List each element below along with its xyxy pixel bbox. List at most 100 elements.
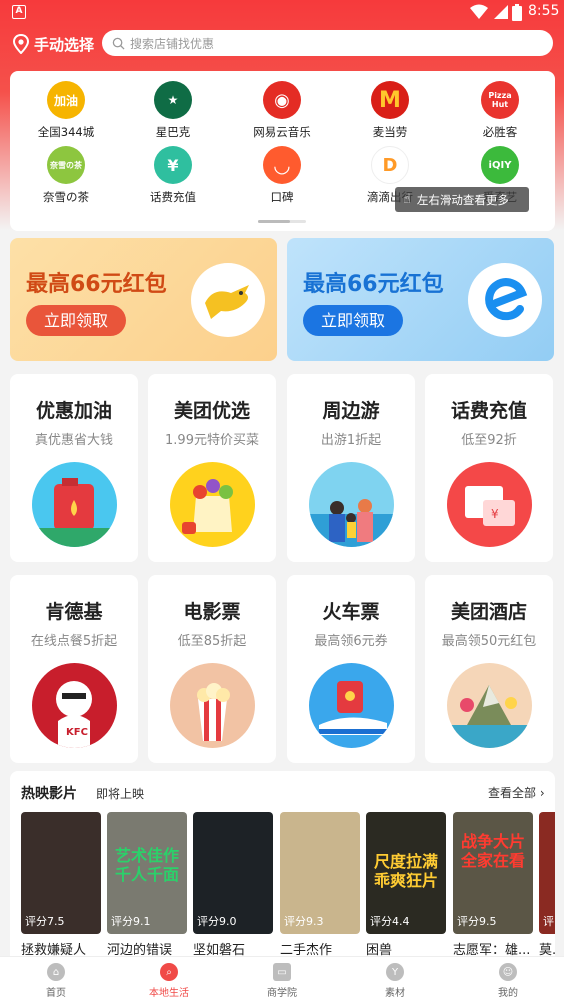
swipe-hand-icon: ☝ bbox=[403, 192, 411, 207]
brand-item-naixue[interactable]: 奈雪の茶 奈雪の茶 bbox=[16, 146, 116, 205]
mcdonalds-logo-icon: M bbox=[371, 81, 409, 119]
tile-title: 美团酒店 bbox=[450, 601, 527, 623]
iqiyi-logo-icon: iQIY bbox=[481, 146, 519, 184]
tile-train-tickets[interactable]: 火车票 最高领6元券 bbox=[287, 575, 415, 763]
gas-logo-icon: 加油 bbox=[47, 81, 85, 119]
tile-kfc[interactable]: 肯德基 在线点餐5折起 KFC bbox=[10, 575, 138, 763]
train-icon bbox=[309, 663, 394, 748]
grocery-bag-icon bbox=[170, 462, 255, 547]
tile-title: 肯德基 bbox=[45, 601, 103, 623]
tile-phone-topup[interactable]: 话费充值 低至92折 ¥ bbox=[425, 374, 553, 562]
nav-home[interactable]: ⌂ 首页 bbox=[16, 963, 96, 999]
now-showing-section: 热映影片 即将上映 查看全部 › 评分7.5 拯救嫌疑人 艺术佳作 千人千面 评… bbox=[10, 771, 555, 961]
red-packet-banner-meituan[interactable]: 最高66元红包 立即领取 bbox=[10, 238, 277, 361]
brand-item-koubei[interactable]: ◡ 口碑 bbox=[232, 146, 332, 205]
travel-family-icon bbox=[309, 462, 394, 547]
now-showing-tab[interactable]: 热映影片 bbox=[21, 783, 77, 803]
tile-subtitle: 最高领50元红包 bbox=[441, 634, 537, 649]
claim-button[interactable]: 立即领取 bbox=[303, 305, 403, 336]
movie-poster[interactable]: 评分7.5 bbox=[21, 812, 101, 934]
profile-icon: ☺ bbox=[499, 963, 517, 981]
naixue-logo-icon: 奈雪の茶 bbox=[47, 146, 85, 184]
movie-rating: 评分9.1 bbox=[111, 915, 151, 928]
tile-meituan-youxuan[interactable]: 美团优选 1.99元特价买菜 bbox=[148, 374, 276, 562]
brand-name: 口碑 bbox=[270, 190, 294, 204]
red-packet-title: 最高66元红包 bbox=[303, 272, 444, 297]
brand-name: 星巴克 bbox=[155, 125, 191, 139]
claim-button[interactable]: 立即领取 bbox=[26, 305, 126, 336]
popcorn-icon bbox=[170, 663, 255, 748]
svg-text:¥: ¥ bbox=[491, 507, 499, 521]
poster-text: 艺术佳作 千人千面 bbox=[114, 846, 179, 884]
tile-subtitle: 低至85折起 bbox=[177, 634, 247, 649]
upcoming-tab[interactable]: 即将上映 bbox=[96, 785, 144, 802]
school-icon: ▭ bbox=[273, 963, 291, 981]
tile-title: 优惠加油 bbox=[35, 400, 112, 422]
nav-label: 首页 bbox=[46, 988, 66, 999]
app-notification-icon: A bbox=[12, 5, 26, 19]
red-packet-banner-eleme[interactable]: 最高66元红包 立即领取 bbox=[287, 238, 554, 361]
tile-subtitle: 真优惠省大钱 bbox=[34, 433, 113, 448]
tile-title: 美团优选 bbox=[173, 400, 250, 422]
tile-title: 电影票 bbox=[183, 601, 241, 623]
eleme-logo-icon bbox=[468, 263, 542, 337]
nav-business-school[interactable]: ▭ 商学院 bbox=[242, 963, 322, 999]
tile-nearby-travel[interactable]: 周边游 出游1折起 bbox=[287, 374, 415, 562]
brand-item-netease-music[interactable]: ◉ 网易云音乐 bbox=[232, 81, 332, 140]
netease-music-logo-icon: ◉ bbox=[263, 81, 301, 119]
movie-poster[interactable]: 尺度拉满 乖爽狂片 评分4.4 bbox=[366, 812, 446, 934]
tile-movie-tickets[interactable]: 电影票 低至85折起 bbox=[148, 575, 276, 763]
pizzahut-logo-icon: Pizza Hut bbox=[481, 81, 519, 119]
brand-name: 全国344城 bbox=[37, 125, 95, 139]
location-selector[interactable]: 手动选择 bbox=[12, 32, 94, 56]
tile-title: 周边游 bbox=[322, 400, 380, 422]
brand-name: 必胜客 bbox=[482, 125, 518, 139]
brand-item-phone-topup[interactable]: ¥ 话费充值 bbox=[123, 146, 223, 205]
home-icon: ⌂ bbox=[47, 963, 65, 981]
status-bar: A 8:55 bbox=[0, 0, 564, 26]
meituan-waimai-logo-icon bbox=[191, 263, 265, 337]
brand-name: 麦当劳 bbox=[372, 125, 408, 139]
see-all-link[interactable]: 查看全部 › bbox=[488, 784, 545, 801]
clock: 8:55 bbox=[528, 3, 560, 19]
movie-rating: 评分9.5 bbox=[457, 915, 497, 928]
movie-poster[interactable]: 评 bbox=[539, 812, 555, 934]
movie-rating: 评分9.0 bbox=[197, 915, 237, 928]
materials-icon: Y bbox=[386, 963, 404, 981]
nav-label: 商学院 bbox=[267, 988, 297, 999]
brand-item-mcdonalds[interactable]: M 麦当劳 bbox=[340, 81, 440, 140]
tile-gas-discount[interactable]: 优惠加油 真优惠省大钱 bbox=[10, 374, 138, 562]
search-input[interactable]: 搜索店铺找优惠 bbox=[102, 30, 553, 56]
tile-subtitle: 1.99元特价买菜 bbox=[165, 433, 259, 448]
location-label: 手动选择 bbox=[34, 35, 95, 54]
tile-title: 话费充值 bbox=[450, 400, 527, 422]
battery-icon bbox=[512, 4, 522, 21]
tile-subtitle: 低至92折 bbox=[461, 433, 517, 448]
brand-name: 网易云音乐 bbox=[253, 125, 311, 139]
movie-poster[interactable]: 战争大片 全家在看 评分9.5 bbox=[453, 812, 533, 934]
bottom-navigation: ⌂ 首页 ⌕ 本地生活 ▭ 商学院 Y 素材 ☺ 我的 bbox=[0, 956, 564, 1002]
movie-poster[interactable]: 评分9.0 bbox=[193, 812, 273, 934]
nav-label: 本地生活 bbox=[149, 988, 189, 999]
search-icon bbox=[112, 37, 125, 50]
movie-rating: 评分7.5 bbox=[25, 915, 65, 928]
brand-item-pizzahut[interactable]: Pizza Hut 必胜客 bbox=[450, 81, 550, 140]
brand-item-gas[interactable]: 加油 全国344城 bbox=[16, 81, 116, 140]
nav-materials[interactable]: Y 素材 bbox=[355, 963, 435, 999]
koubei-logo-icon: ◡ bbox=[263, 146, 301, 184]
nav-local-life[interactable]: ⌕ 本地生活 bbox=[129, 963, 209, 999]
tile-subtitle: 在线点餐5折起 bbox=[30, 634, 118, 649]
didi-logo-icon: D bbox=[371, 146, 409, 184]
starbucks-logo-icon: ★ bbox=[154, 81, 192, 119]
tile-subtitle: 出游1折起 bbox=[320, 433, 382, 448]
tile-subtitle: 最高领6元券 bbox=[314, 634, 388, 649]
nav-mine[interactable]: ☺ 我的 bbox=[468, 963, 548, 999]
swipe-hint-text: 左右滑动查看更多 bbox=[416, 192, 509, 207]
brand-item-starbucks[interactable]: ★ 星巴克 bbox=[123, 81, 223, 140]
movie-poster[interactable]: 艺术佳作 千人千面 评分9.1 bbox=[107, 812, 187, 934]
location-pin-icon bbox=[12, 34, 30, 54]
tile-meituan-hotel[interactable]: 美团酒店 最高领50元红包 bbox=[425, 575, 553, 763]
movie-poster[interactable]: 评分9.3 bbox=[280, 812, 360, 934]
search-local-icon: ⌕ bbox=[160, 963, 178, 981]
search-placeholder: 搜索店铺找优惠 bbox=[130, 36, 215, 51]
